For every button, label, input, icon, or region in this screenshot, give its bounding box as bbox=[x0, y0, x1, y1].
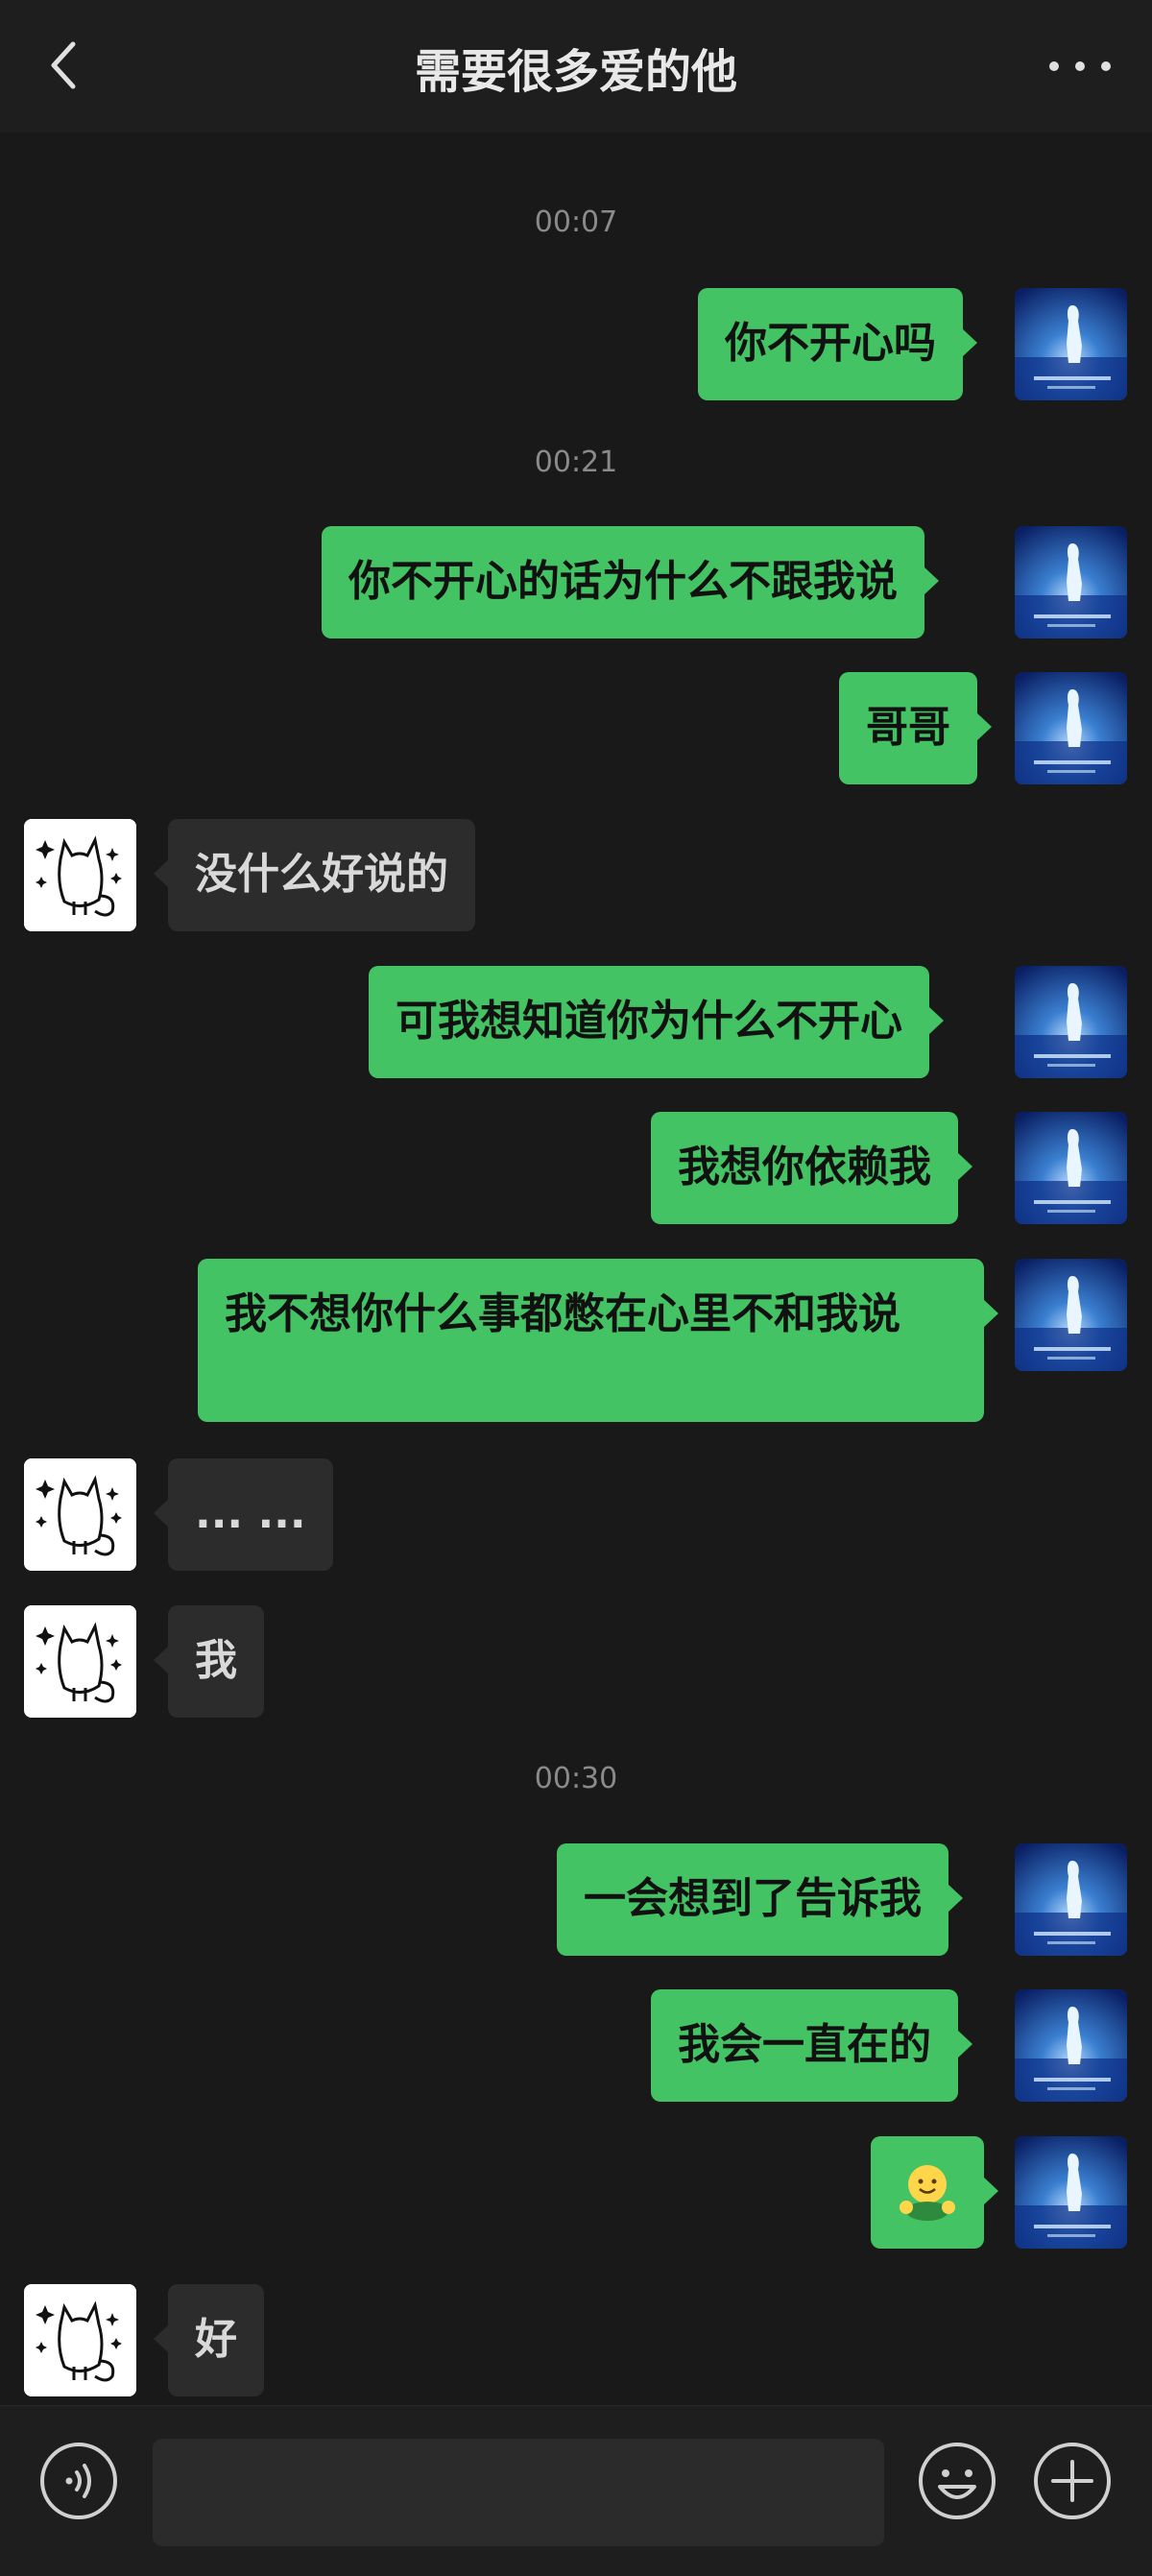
message-text: 我想你依赖我 bbox=[678, 1143, 931, 1192]
more-functions-button[interactable] bbox=[1032, 2441, 1113, 2521]
more-button[interactable] bbox=[1037, 42, 1123, 90]
my-message[interactable]: 我想你依赖我 bbox=[651, 1112, 972, 1224]
message-text: 一会想到了告诉我 bbox=[584, 1874, 922, 1923]
contact-avatar[interactable] bbox=[24, 1458, 136, 1571]
my-message[interactable]: 哥哥 bbox=[839, 672, 992, 784]
cat-doodle-icon bbox=[24, 2284, 136, 2396]
avatar-image bbox=[1015, 1843, 1127, 1956]
bubble-tail bbox=[154, 1646, 169, 1674]
voice-icon bbox=[40, 2443, 117, 2519]
more-dots-icon bbox=[1049, 61, 1111, 71]
my-message[interactable]: 🤗 bbox=[871, 2136, 998, 2249]
my-avatar[interactable] bbox=[1015, 288, 1127, 400]
contact-message[interactable]: 没什么好说的 bbox=[154, 819, 475, 931]
my-message[interactable]: 可我想知道你为什么不开心 bbox=[369, 966, 944, 1078]
chat-header: 需要很多爱的他 bbox=[0, 0, 1152, 132]
bubble-tail bbox=[983, 2177, 998, 2205]
my-message[interactable]: 我不想你什么事都憋在心里不和我说 bbox=[198, 1259, 998, 1422]
timestamp: 00:21 bbox=[534, 445, 618, 479]
bubble-tail bbox=[957, 2030, 972, 2058]
avatar-image bbox=[1015, 966, 1127, 1078]
avatar-image bbox=[1015, 288, 1127, 400]
contact-avatar[interactable] bbox=[24, 819, 136, 931]
bubble-tail bbox=[983, 1299, 998, 1328]
cat-doodle-icon bbox=[24, 1458, 136, 1571]
bubble-tail bbox=[154, 2324, 169, 2353]
message-text: 我不想你什么事都憋在心里不和我说 bbox=[225, 1289, 900, 1338]
avatar-image bbox=[1015, 526, 1127, 638]
message-input[interactable] bbox=[153, 2439, 884, 2546]
bubble-tail bbox=[154, 859, 169, 888]
my-message[interactable]: 你不开心的话为什么不跟我说 bbox=[322, 526, 939, 638]
message-text: 可我想知道你为什么不开心 bbox=[396, 997, 902, 1046]
timestamp: 00:07 bbox=[534, 205, 618, 239]
cat-doodle-icon bbox=[24, 1605, 136, 1718]
avatar-image bbox=[1015, 2136, 1127, 2249]
my-avatar[interactable] bbox=[1015, 1259, 1127, 1371]
my-avatar[interactable] bbox=[1015, 1989, 1127, 2102]
plus-icon bbox=[1034, 2443, 1111, 2519]
message-text: 好 bbox=[195, 2315, 237, 2364]
message-text: 哥哥 bbox=[866, 703, 950, 752]
message-text: 你不开心的话为什么不跟我说 bbox=[348, 557, 898, 606]
contact-message[interactable]: 我 bbox=[154, 1605, 264, 1718]
message-text: 我会一直在的 bbox=[678, 2020, 931, 2069]
bubble-tail bbox=[924, 566, 939, 595]
bubble-tail bbox=[957, 1152, 972, 1181]
message-list[interactable]: 00:07 你不开心吗 00:21 你不开心的话为什么不跟我说 哥哥 没什么好说… bbox=[0, 132, 1152, 2405]
contact-message[interactable]: 好 bbox=[154, 2284, 264, 2396]
hug-emoji-icon bbox=[900, 2165, 955, 2221]
bubble-tail bbox=[962, 328, 977, 357]
my-avatar[interactable] bbox=[1015, 526, 1127, 638]
avatar-image bbox=[1015, 672, 1127, 784]
bubble-tail bbox=[976, 712, 992, 741]
my-avatar[interactable] bbox=[1015, 672, 1127, 784]
emoji-icon bbox=[919, 2443, 996, 2519]
contact-avatar[interactable] bbox=[24, 2284, 136, 2396]
message-text: 没什么好说的 bbox=[195, 850, 448, 899]
bubble-tail bbox=[154, 1499, 169, 1528]
voice-button[interactable] bbox=[38, 2441, 119, 2521]
avatar-image bbox=[1015, 1112, 1127, 1224]
chat-title: 需要很多爱的他 bbox=[414, 45, 737, 99]
my-avatar[interactable] bbox=[1015, 1843, 1127, 1956]
timestamp: 00:30 bbox=[534, 1762, 618, 1795]
my-message[interactable]: 你不开心吗 bbox=[698, 288, 977, 400]
message-text: ... ... bbox=[195, 1489, 306, 1538]
avatar-image bbox=[1015, 1259, 1127, 1371]
my-avatar[interactable] bbox=[1015, 1112, 1127, 1224]
my-avatar[interactable] bbox=[1015, 966, 1127, 1078]
bubble-tail bbox=[928, 1006, 944, 1035]
contact-message[interactable]: ... ... bbox=[154, 1458, 333, 1571]
message-text: 你不开心吗 bbox=[725, 319, 936, 368]
emoji-button[interactable] bbox=[917, 2441, 997, 2521]
avatar-image bbox=[1015, 1989, 1127, 2102]
contact-avatar[interactable] bbox=[24, 1605, 136, 1718]
my-avatar[interactable] bbox=[1015, 2136, 1127, 2249]
bubble-tail bbox=[948, 1884, 963, 1913]
cat-doodle-icon bbox=[24, 819, 136, 931]
input-bar bbox=[0, 2405, 1152, 2576]
my-message[interactable]: 一会想到了告诉我 bbox=[557, 1843, 963, 1956]
my-message[interactable]: 我会一直在的 bbox=[651, 1989, 972, 2102]
message-text: 我 bbox=[195, 1636, 237, 1685]
